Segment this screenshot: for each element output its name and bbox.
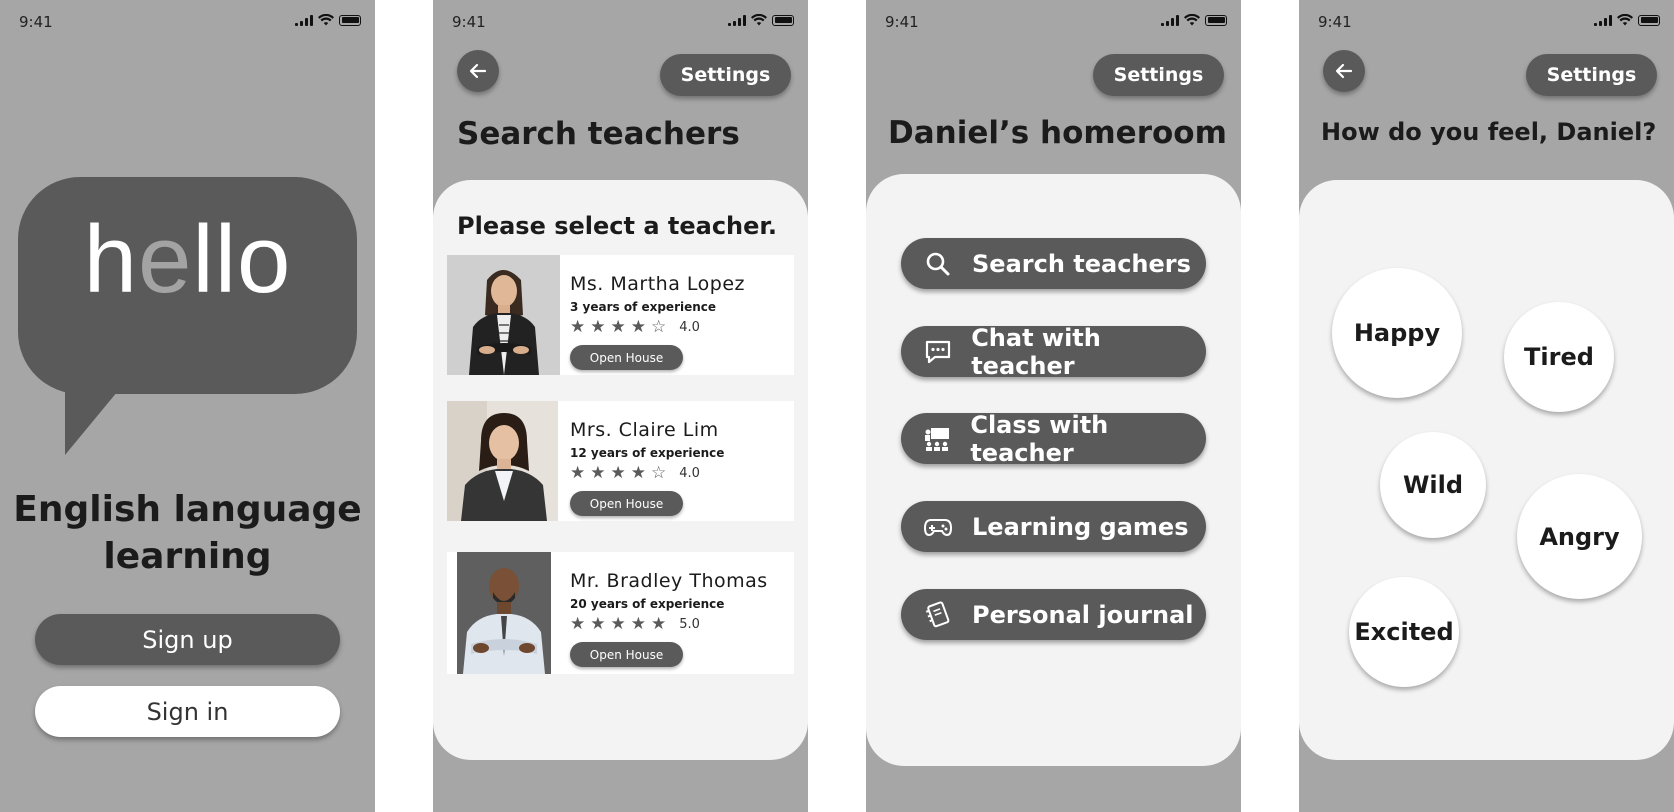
star-rating: ★ ★ ★ ★ ☆ 4.0	[570, 319, 700, 336]
star-filled-icon: ★	[590, 463, 606, 483]
cellular-signal-icon	[1161, 14, 1179, 26]
star-filled-icon: ★	[610, 463, 626, 483]
app-title: English language learning	[13, 489, 362, 577]
homeroom-screen: 9:41 Settings Daniel’s homeroom Search t…	[866, 0, 1241, 812]
teacher-name: Mr. Bradley Thomas	[570, 570, 768, 592]
classroom-icon	[923, 424, 951, 454]
wifi-icon	[751, 14, 767, 26]
menu-label: Search teachers	[972, 249, 1191, 278]
gamepad-icon	[923, 512, 953, 542]
star-empty-icon: ☆	[651, 317, 667, 337]
menu-search-teachers-button[interactable]: Search teachers	[901, 238, 1206, 289]
menu-label: Class with teacher	[970, 410, 1109, 467]
star-filled-icon: ★	[610, 317, 626, 337]
battery-icon	[339, 14, 361, 26]
cellular-signal-icon	[295, 14, 313, 26]
menu-class-with-teacher-button[interactable]: Class with teacher	[901, 410, 1206, 467]
star-filled-icon: ★	[570, 317, 586, 337]
mood-option-angry[interactable]: Angry	[1517, 474, 1642, 599]
open-house-button[interactable]: Open House	[570, 345, 683, 370]
open-house-button[interactable]: Open House	[570, 642, 683, 667]
menu-personal-journal-button[interactable]: Personal journal	[901, 589, 1206, 640]
teacher-card[interactable]: Ms. Martha Lopez 3 years of experience ★…	[447, 255, 794, 375]
arrow-left-icon	[469, 63, 487, 79]
cellular-signal-icon	[728, 14, 746, 26]
status-time: 9:41	[452, 13, 486, 31]
wifi-icon	[1617, 14, 1633, 26]
page-title: How do you feel, Daniel?	[1321, 118, 1657, 146]
mood-option-happy[interactable]: Happy	[1332, 268, 1462, 398]
menu-label: Chat with teacher	[971, 323, 1101, 380]
menu-label: Personal journal	[972, 600, 1194, 629]
teacher-card[interactable]: Mrs. Claire Lim 12 years of experience ★…	[447, 401, 794, 521]
settings-button[interactable]: Settings	[1093, 54, 1224, 96]
rating-value: 5.0	[679, 617, 700, 632]
arrow-left-icon	[1335, 63, 1353, 79]
teacher-photo	[447, 255, 560, 375]
rating-value: 4.0	[679, 320, 700, 335]
rating-value: 4.0	[679, 466, 700, 481]
speech-bubble-tail	[65, 380, 127, 455]
teacher-photo	[447, 401, 558, 521]
search-icon	[923, 249, 953, 279]
settings-button[interactable]: Settings	[1526, 54, 1657, 96]
star-filled-icon: ★	[590, 317, 606, 337]
teacher-name: Mrs. Claire Lim	[570, 419, 719, 441]
status-time: 9:41	[19, 13, 53, 31]
hello-logo-text: hello	[83, 206, 292, 313]
star-filled-icon: ★	[570, 614, 586, 634]
mood-option-wild[interactable]: Wild	[1380, 432, 1486, 538]
star-rating: ★ ★ ★ ★ ★ 5.0	[570, 616, 700, 633]
star-filled-icon: ★	[570, 463, 586, 483]
status-time: 9:41	[885, 13, 919, 31]
teacher-name: Ms. Martha Lopez	[570, 273, 745, 295]
status-bar: 9:41	[433, 0, 808, 44]
star-rating: ★ ★ ★ ★ ☆ 4.0	[570, 465, 700, 482]
status-bar: 9:41	[0, 0, 375, 44]
chat-icon	[923, 337, 952, 367]
status-bar: 9:41	[866, 0, 1241, 44]
select-prompt: Please select a teacher.	[457, 212, 777, 240]
teacher-card[interactable]: Mr. Bradley Thomas 20 years of experienc…	[447, 552, 794, 674]
sign-up-button[interactable]: Sign up	[35, 614, 340, 665]
menu-learning-games-button[interactable]: Learning games	[901, 501, 1206, 552]
star-filled-icon: ★	[590, 614, 606, 634]
back-button[interactable]	[1323, 50, 1365, 92]
teacher-experience: 20 years of experience	[570, 597, 725, 611]
battery-icon	[1205, 14, 1227, 26]
star-filled-icon: ★	[651, 614, 667, 634]
sign-in-button[interactable]: Sign in	[35, 686, 340, 737]
back-button[interactable]	[457, 50, 499, 92]
star-filled-icon: ★	[610, 614, 626, 634]
star-filled-icon: ★	[630, 463, 646, 483]
page-title: Search teachers	[457, 116, 740, 152]
status-time: 9:41	[1318, 13, 1352, 31]
page-title: Daniel’s homeroom	[888, 115, 1227, 151]
search-teachers-screen: 9:41 Settings Search teachers Please sel…	[433, 0, 808, 812]
teacher-experience: 3 years of experience	[570, 300, 717, 314]
teacher-experience: 12 years of experience	[570, 446, 725, 460]
mood-option-excited[interactable]: Excited	[1349, 577, 1459, 687]
cellular-signal-icon	[1594, 14, 1612, 26]
battery-icon	[772, 14, 794, 26]
mood-screen: 9:41 Settings How do you feel, Daniel? H…	[1299, 0, 1674, 812]
journal-icon	[923, 600, 953, 630]
status-bar: 9:41	[1299, 0, 1674, 44]
mood-option-tired[interactable]: Tired	[1504, 302, 1614, 412]
wifi-icon	[318, 14, 334, 26]
menu-chat-with-teacher-button[interactable]: Chat with teacher	[901, 323, 1206, 380]
welcome-screen: 9:41 hello English language learning Sig…	[0, 0, 375, 812]
battery-icon	[1638, 14, 1660, 26]
teacher-photo	[457, 552, 551, 674]
open-house-button[interactable]: Open House	[570, 491, 683, 516]
star-empty-icon: ☆	[651, 463, 667, 483]
wifi-icon	[1184, 14, 1200, 26]
settings-button[interactable]: Settings	[660, 54, 791, 96]
menu-label: Learning games	[972, 512, 1189, 541]
star-filled-icon: ★	[630, 614, 646, 634]
content-panel	[1299, 180, 1674, 760]
star-filled-icon: ★	[630, 317, 646, 337]
